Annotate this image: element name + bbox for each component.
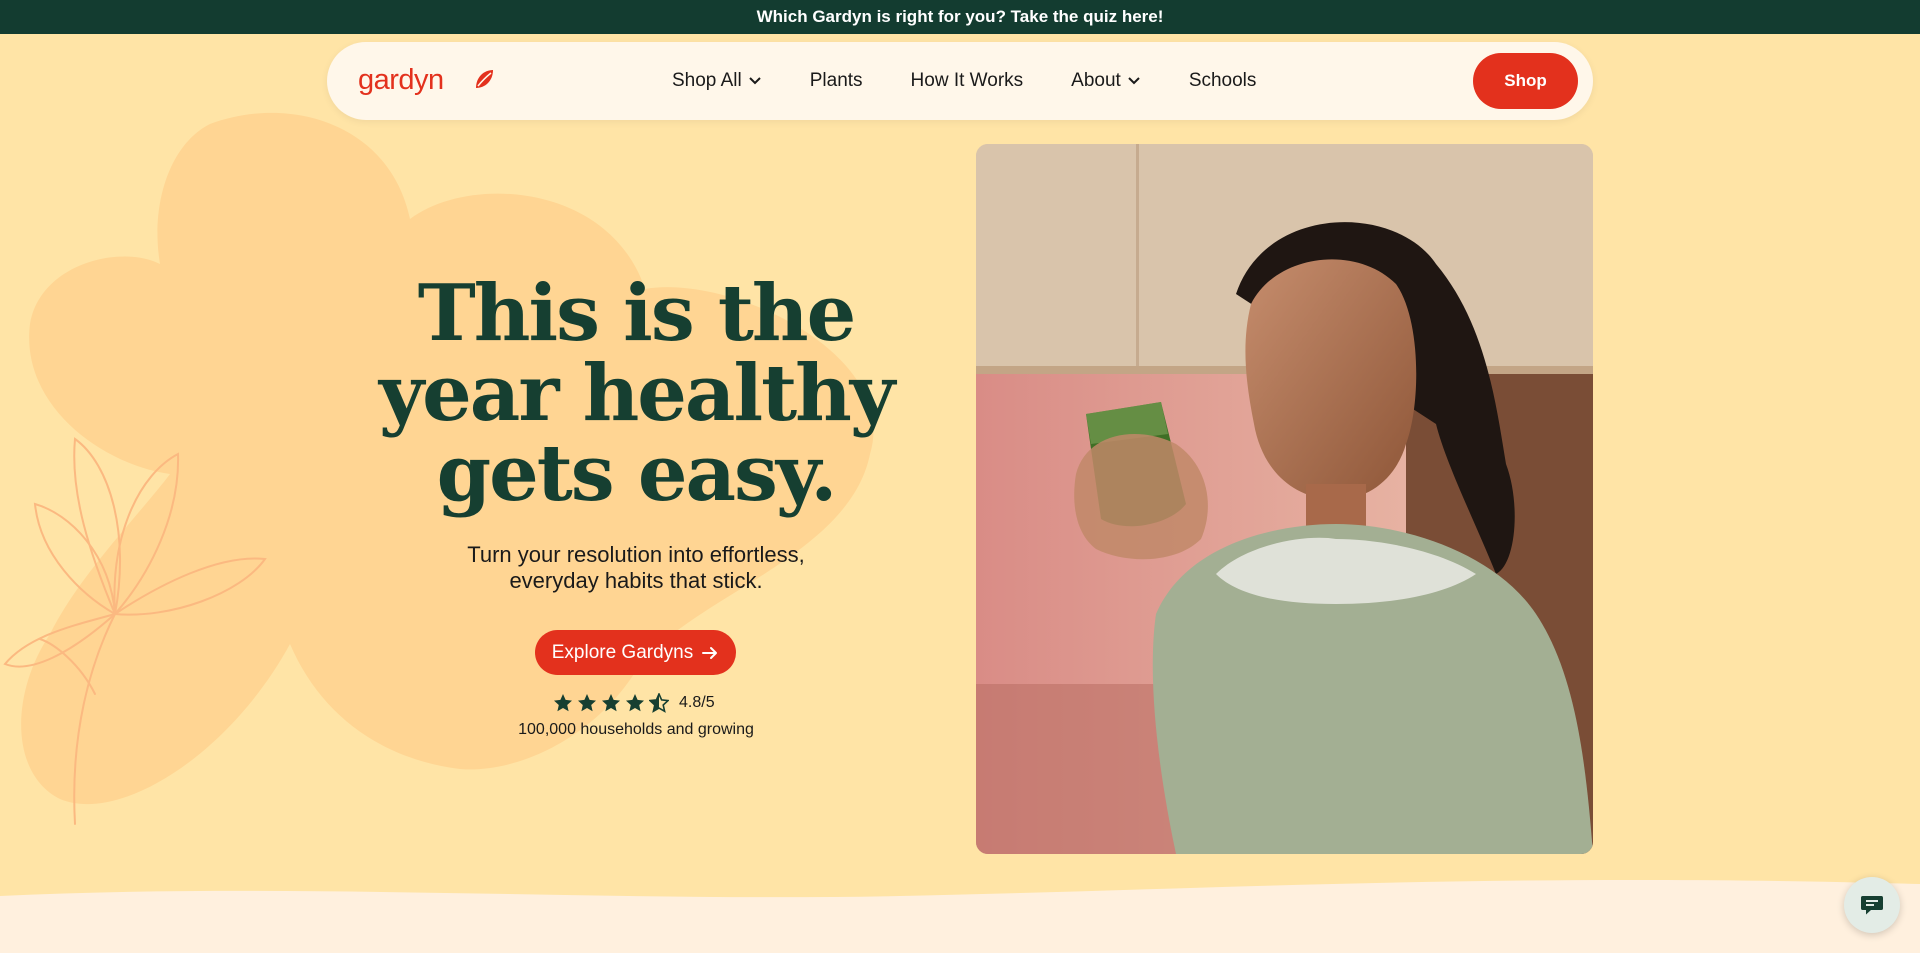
star-icon bbox=[578, 694, 596, 712]
gardyn-logo[interactable]: gardyn bbox=[358, 62, 494, 98]
nav-item-shop-all[interactable]: Shop All bbox=[672, 70, 762, 92]
hero-title-line: This is the bbox=[417, 268, 857, 359]
nav-item-label[interactable]: How It Works bbox=[911, 70, 1024, 92]
hero-title-line: gets easy. bbox=[436, 428, 838, 519]
shop-button[interactable]: Shop bbox=[1473, 53, 1578, 109]
svg-text:gardyn: gardyn bbox=[358, 64, 444, 96]
chat-bubble-icon bbox=[1861, 896, 1883, 915]
hero-subtitle-line: everyday habits that stick. bbox=[509, 568, 763, 593]
chevron-down-icon bbox=[749, 77, 761, 85]
nav-item-label[interactable]: Schools bbox=[1189, 70, 1257, 92]
hero-title-line: year healthy bbox=[378, 348, 895, 439]
star-icon bbox=[626, 694, 644, 712]
main-navbar: gardyn Shop All Plants How It Works Abou… bbox=[327, 42, 1593, 120]
woman-drinking-smoothie-photo bbox=[976, 144, 1593, 854]
cta-label[interactable]: Explore Gardyns bbox=[552, 642, 694, 664]
page-body: gardyn Shop All Plants How It Works Abou… bbox=[0, 34, 1920, 953]
nav-item-plants[interactable]: Plants bbox=[810, 70, 863, 92]
star-icon bbox=[554, 694, 572, 712]
star-half-icon bbox=[649, 693, 669, 713]
hero-subtitle-line: Turn your resolution into effortless, bbox=[467, 542, 805, 567]
households-text: 100,000 households and growing bbox=[518, 721, 754, 738]
rating-row: 4.8/5 bbox=[553, 691, 715, 715]
announcement-bar[interactable]: Which Gardyn is right for you? Take the … bbox=[0, 0, 1920, 34]
star-rating bbox=[553, 693, 669, 713]
rating-value: 4.8/5 bbox=[679, 694, 715, 711]
nav-item-how-it-works[interactable]: How It Works bbox=[911, 70, 1024, 92]
section-wave-divider bbox=[0, 879, 1920, 953]
hero-title: This is the year healthy gets easy. bbox=[356, 274, 916, 514]
arrow-right-icon bbox=[702, 646, 718, 659]
chat-button[interactable] bbox=[1844, 877, 1900, 933]
nav-item-schools[interactable]: Schools bbox=[1189, 70, 1257, 92]
chevron-down-icon bbox=[1128, 77, 1140, 85]
nav-links: Shop All Plants How It Works About Schoo… bbox=[672, 42, 1256, 120]
explore-gardyns-button[interactable]: Explore Gardyns bbox=[535, 630, 736, 675]
announcement-text[interactable]: Which Gardyn is right for you? Take the … bbox=[757, 7, 1164, 27]
star-icon bbox=[602, 694, 620, 712]
hero-subtitle: Turn your resolution into effortless, ev… bbox=[416, 542, 856, 594]
nav-item-label[interactable]: Plants bbox=[810, 70, 863, 92]
nav-item-about[interactable]: About bbox=[1071, 70, 1141, 92]
background-blob-decoration bbox=[3, 112, 874, 825]
nav-item-label[interactable]: About bbox=[1071, 70, 1121, 92]
hero-photo bbox=[976, 144, 1593, 854]
nav-item-label[interactable]: Shop All bbox=[672, 70, 742, 92]
